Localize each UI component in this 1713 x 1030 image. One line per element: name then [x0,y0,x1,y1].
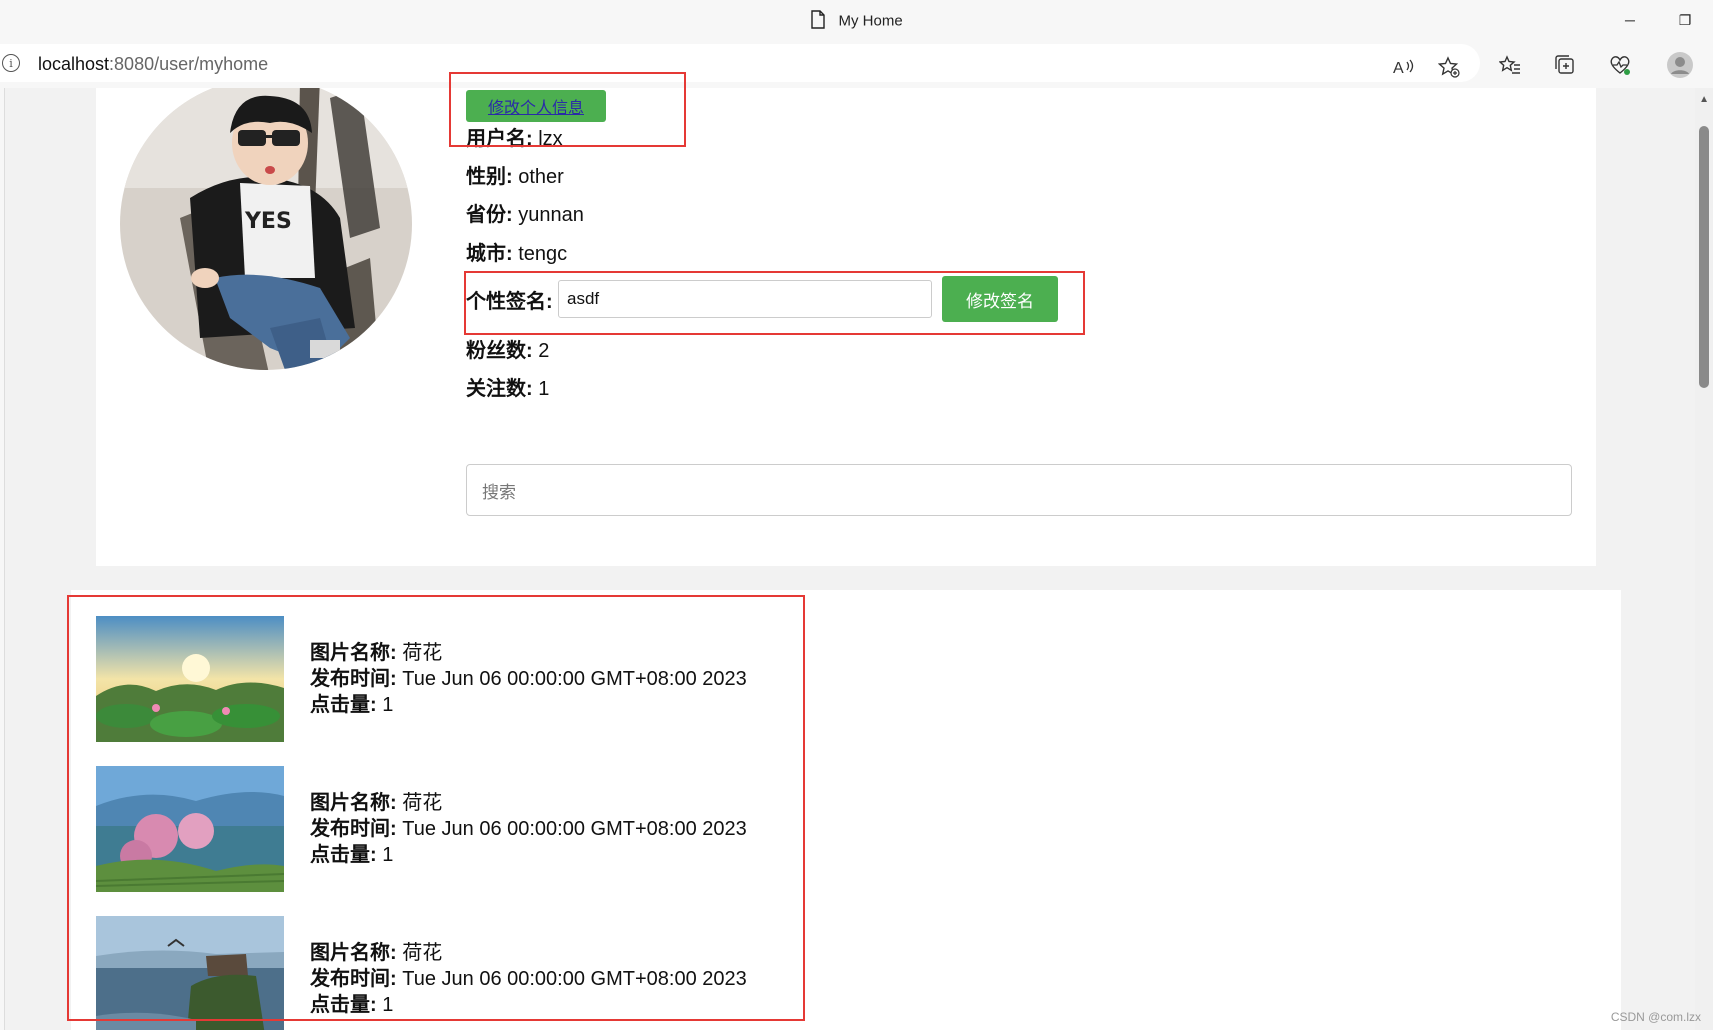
post-time: Tue Jun 06 00:00:00 GMT+08:00 2023 [402,818,747,840]
post-clicks: 1 [382,844,394,866]
read-aloud-icon[interactable]: A [1388,52,1418,82]
gender-label: 性别: [466,166,513,188]
post-thumbnail[interactable] [96,766,284,892]
window-title: My Home [838,12,903,30]
favorites-icon[interactable] [1495,50,1525,80]
page-icon [810,10,826,33]
post-name: 荷花 [402,792,443,814]
url-host: localhost [38,54,110,74]
url-path: :8080/user/myhome [109,54,269,74]
edit-profile-button[interactable]: 修改个人信息 [466,90,606,122]
post-name-line: 图片名称: 荷花 [310,640,747,666]
post-info: 图片名称: 荷花 发布时间: Tue Jun 06 00:00:00 GMT+0… [310,940,747,1018]
window-titlebar: My Home ─ ❐ [0,0,1713,42]
username-label: 用户名: [466,128,533,150]
window-title-area: My Home [0,10,1713,33]
list-item[interactable]: 图片名称: 荷花 发布时间: Tue Jun 06 00:00:00 GMT+0… [96,766,796,892]
signature-input[interactable]: asdf [558,280,932,318]
minimize-button[interactable]: ─ [1610,6,1650,34]
list-item[interactable]: 图片名称: 荷花 发布时间: Tue Jun 06 00:00:00 GMT+0… [96,916,796,1030]
scrollbar-thumb[interactable] [1699,126,1709,388]
post-thumbnail[interactable] [96,616,284,742]
city-label: 城市: [466,243,513,265]
province-label: 省份: [466,204,513,226]
post-clicks-line: 点击量: 1 [310,842,747,868]
fans-label: 粉丝数: [466,340,533,362]
profile-card: YES 修改个人信息 用户名: lzx 性别: other 省份: yunnan… [96,88,1596,566]
following-field: 关注数: 1 [466,372,549,401]
svg-text:A: A [1393,60,1404,77]
post-time-line: 发布时间: Tue Jun 06 00:00:00 GMT+08:00 2023 [310,816,747,842]
update-signature-button[interactable]: 修改签名 [942,276,1058,322]
gender-field: 性别: other [466,160,564,189]
city-value: tengc [518,243,568,265]
post-clicks: 1 [382,994,394,1016]
province-value: yunnan [518,204,584,226]
post-name-label: 图片名称: [310,792,397,814]
page-viewport: YES 修改个人信息 用户名: lzx 性别: other 省份: yunnan… [4,88,1695,1030]
post-clicks-label: 点击量: [310,994,377,1016]
url-field[interactable]: i localhost:8080/user/myhome A [0,44,1480,82]
post-time-line: 发布时间: Tue Jun 06 00:00:00 GMT+08:00 2023 [310,666,747,692]
collections-icon[interactable] [1550,50,1580,80]
restore-button[interactable]: ❐ [1665,6,1705,34]
posts-card: 图片名称: 荷花 发布时间: Tue Jun 06 00:00:00 GMT+0… [71,590,1621,1030]
city-field: 城市: tengc [466,237,567,266]
post-name: 荷花 [402,942,443,964]
post-name: 荷花 [402,642,443,664]
profile-avatar-icon[interactable] [1665,50,1695,80]
post-time-line: 发布时间: Tue Jun 06 00:00:00 GMT+08:00 2023 [310,966,747,992]
browser-essentials-icon[interactable] [1605,50,1635,80]
post-clicks: 1 [382,694,394,716]
add-favorite-icon[interactable] [1434,52,1464,82]
gender-value: other [518,166,564,188]
post-name-line: 图片名称: 荷花 [310,790,747,816]
post-name-label: 图片名称: [310,642,397,664]
post-clicks-label: 点击量: [310,694,377,716]
post-name-line: 图片名称: 荷花 [310,940,747,966]
post-clicks-line: 点击量: 1 [310,992,747,1018]
scroll-up-arrow-icon[interactable]: ▲ [1699,94,1709,105]
signature-label-text: 个性签名: [466,291,553,313]
province-field: 省份: yunnan [466,198,584,227]
url-text[interactable]: localhost:8080/user/myhome [38,54,268,75]
username-value: lzx [538,128,563,150]
post-time-label: 发布时间: [310,968,397,990]
post-time: Tue Jun 06 00:00:00 GMT+08:00 2023 [402,668,747,690]
fans-field: 粉丝数: 2 [466,334,549,363]
post-clicks-line: 点击量: 1 [310,692,747,718]
post-info: 图片名称: 荷花 发布时间: Tue Jun 06 00:00:00 GMT+0… [310,640,747,718]
address-bar: i localhost:8080/user/myhome A [0,42,1713,86]
post-thumbnail[interactable] [96,916,284,1030]
post-time: Tue Jun 06 00:00:00 GMT+08:00 2023 [402,968,747,990]
post-info: 图片名称: 荷花 发布时间: Tue Jun 06 00:00:00 GMT+0… [310,790,747,868]
post-time-label: 发布时间: [310,668,397,690]
following-value: 1 [538,378,550,400]
watermark: CSDN @com.lzx [1610,1010,1701,1024]
username-field: 用户名: lzx [466,122,563,151]
search-input[interactable]: 搜索 [466,464,1572,516]
site-info-icon[interactable]: i [2,54,20,72]
fans-value: 2 [538,340,550,362]
following-label: 关注数: [466,378,533,400]
svg-text:YES: YES [244,209,292,234]
post-clicks-label: 点击量: [310,844,377,866]
user-avatar: YES [120,88,412,370]
post-name-label: 图片名称: [310,942,397,964]
list-item[interactable]: 图片名称: 荷花 发布时间: Tue Jun 06 00:00:00 GMT+0… [96,616,796,742]
post-time-label: 发布时间: [310,818,397,840]
signature-label: 个性签名: [466,285,553,314]
